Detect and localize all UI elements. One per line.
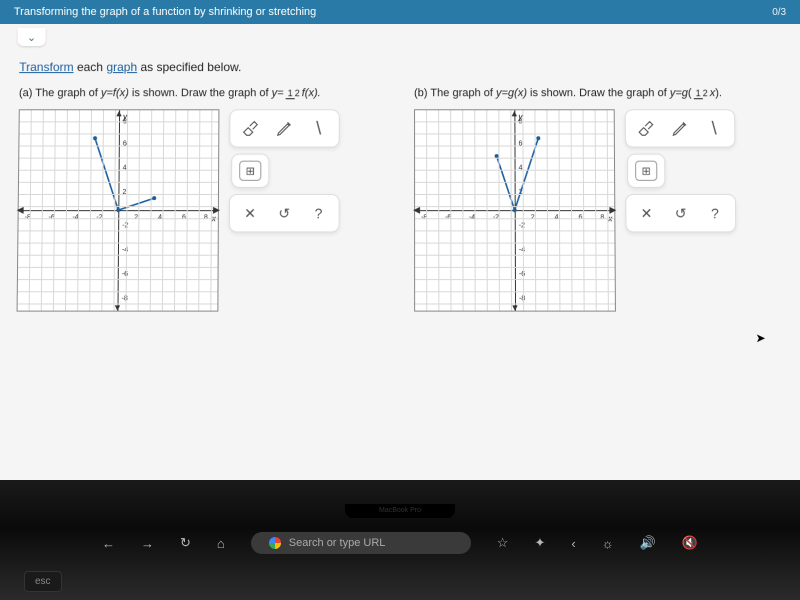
segment-tool[interactable]: \ (306, 117, 332, 141)
help-button[interactable]: ? (305, 201, 331, 225)
clear-button[interactable]: ✕ (237, 201, 263, 225)
chevron-down-icon: ⌄ (27, 31, 36, 44)
pencil-tool[interactable] (667, 117, 693, 141)
function-plot-a (18, 111, 219, 311)
y-axis-label: y (518, 113, 522, 122)
graph-canvas-a[interactable]: y x ▲▼◀▶ 8 6 4 2 -2 -4 -6 -8 -8 (17, 110, 220, 312)
grid-zoom-tool[interactable]: ⊞ (635, 161, 657, 181)
eraser-tool[interactable] (633, 117, 659, 141)
back-button[interactable]: ← (102, 536, 115, 551)
grid-zoom-tool[interactable]: ⊞ (239, 161, 261, 181)
help-button[interactable]: ? (702, 201, 728, 225)
draw-tools-a: \ (229, 110, 340, 148)
prev-icon[interactable]: ‹ (571, 536, 575, 551)
graph-canvas-b[interactable]: y x ▲▼◀▶ 8 6 4 2 -2 -4 -6 -8 -8 -6 -4 (414, 110, 616, 312)
sparkle-icon[interactable]: ✦ (534, 535, 545, 551)
draw-tools-b: \ (625, 110, 736, 148)
link-graph[interactable]: graph (106, 60, 137, 74)
action-tools-a: ✕ ↺ ? (229, 194, 340, 232)
bookmark-star-icon[interactable]: ☆ (497, 535, 509, 551)
x-axis-label: x (608, 215, 612, 224)
part-a-prompt: (a) The graph of y=f(x) is shown. Draw t… (19, 86, 386, 101)
brightness-icon[interactable]: ☼ (602, 536, 614, 551)
google-icon (269, 537, 281, 549)
function-plot-b (415, 111, 615, 311)
x-axis-label: x (212, 215, 216, 224)
url-search-box[interactable]: Search or type URL (251, 532, 471, 554)
segment-tool[interactable]: \ (701, 117, 727, 141)
mouse-cursor-icon: ➤ (755, 331, 765, 345)
part-b-prompt: (b) The graph of y=g(x) is shown. Draw t… (414, 86, 781, 101)
esc-key[interactable]: esc (24, 571, 62, 592)
link-transform[interactable]: Transform (19, 60, 73, 74)
undo-button[interactable]: ↺ (271, 201, 297, 225)
clear-button[interactable]: ✕ (633, 201, 659, 225)
volume-icon[interactable]: 🔊 (640, 535, 656, 551)
section-dropdown[interactable]: ⌄ (17, 28, 45, 46)
action-tools-b: ✕ ↺ ? (625, 194, 736, 232)
mute-icon[interactable]: 🔇 (682, 535, 698, 551)
lesson-title: Transforming the graph of a function by … (14, 6, 316, 18)
url-placeholder: Search or type URL (289, 537, 386, 549)
forward-button[interactable]: → (141, 536, 154, 551)
y-axis-label: y (123, 113, 127, 122)
eraser-tool[interactable] (237, 117, 263, 141)
reload-button[interactable]: ↻ (180, 535, 191, 551)
home-button[interactable]: ⌂ (217, 536, 225, 551)
laptop-chassis: MacBook Pro ← → ↻ ⌂ Search or type URL ☆… (0, 480, 800, 600)
pencil-tool[interactable] (271, 117, 297, 141)
undo-button[interactable]: ↺ (668, 201, 694, 225)
instruction-text: Transform each graph as specified below. (19, 60, 781, 74)
progress-counter: 0/3 (772, 6, 786, 17)
laptop-notch: MacBook Pro (345, 504, 455, 518)
